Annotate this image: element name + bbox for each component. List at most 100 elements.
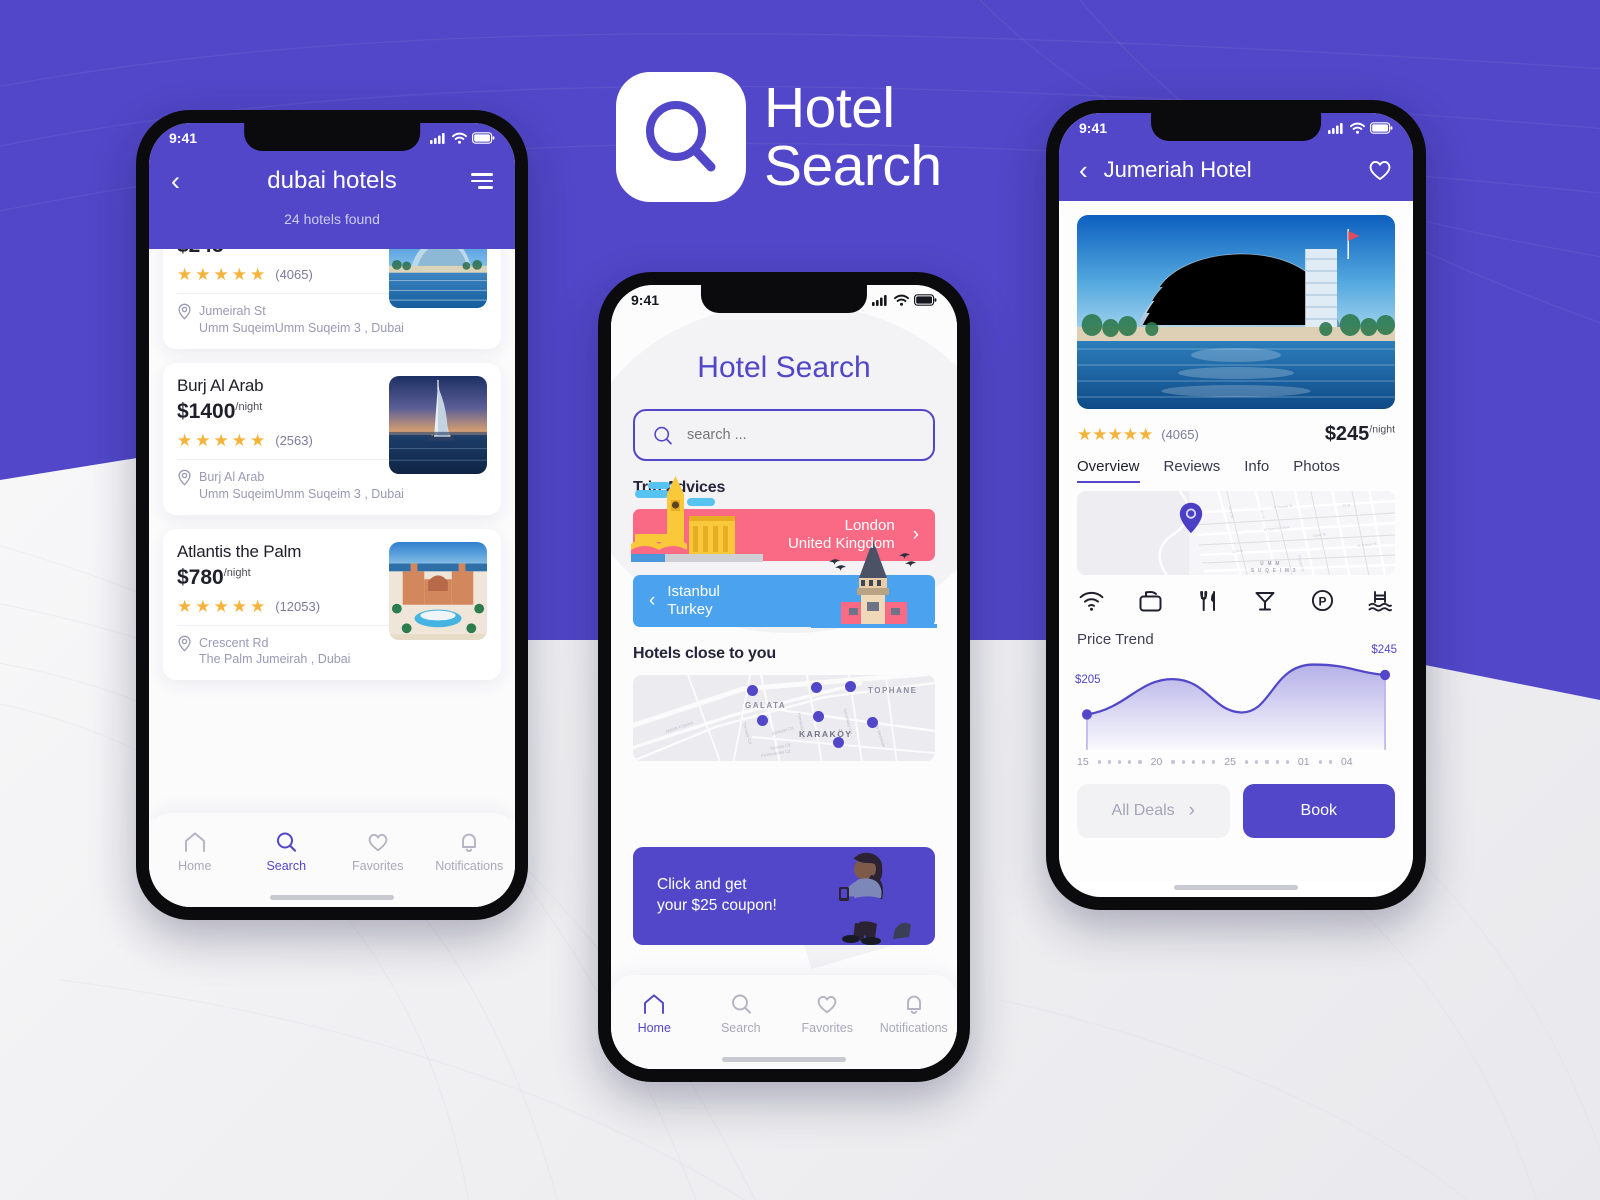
logo-mark	[616, 72, 746, 202]
chevron-right-icon[interactable]: ›	[913, 524, 935, 546]
map-hotel-marker[interactable]	[867, 717, 878, 728]
coupon-banner[interactable]: Click and get your $25 coupon!	[633, 847, 935, 945]
tab-label: Notifications	[435, 859, 504, 873]
tab-favorites[interactable]: Favorites	[784, 993, 871, 1035]
hamburger-menu-icon[interactable]	[463, 173, 493, 189]
hotel-card[interactable]: Burj Al Arab $1400/night ★ ★ ★ ★ ★ (2563…	[163, 362, 501, 515]
tab-label: Home	[178, 859, 212, 873]
signal-icon	[1328, 123, 1343, 134]
wifi-icon	[452, 132, 467, 144]
hotel-thumbnail	[389, 375, 487, 474]
screen-home: 9:41 Hotel Search search ... Trip Advice…	[611, 285, 957, 1069]
coupon-line-2: your $25 coupon!	[657, 897, 777, 914]
map-pin-icon[interactable]	[1179, 502, 1203, 534]
hotel-list: Jumeirah Hotel $245/night ★ ★ ★ ★ ★ (406…	[149, 249, 515, 819]
search-bar[interactable]	[633, 409, 935, 461]
address-line-1: Jumeirah St	[199, 304, 266, 318]
chevron-left-icon[interactable]: ‹	[633, 590, 655, 612]
map-hotel-marker[interactable]	[813, 711, 824, 722]
status-time: 9:41	[631, 292, 660, 308]
review-count: (12053)	[275, 598, 321, 614]
map-hotel-marker[interactable]	[747, 685, 758, 696]
hotel-card[interactable]: Jumeirah Hotel $245/night ★ ★ ★ ★ ★ (406…	[163, 249, 501, 349]
address-line-2: Umm SuqeimUmm Suqeim 3 , Dubai	[199, 486, 404, 501]
amenity-restaurant[interactable]	[1198, 590, 1220, 617]
home-indicator	[722, 1057, 846, 1062]
star-icon: ★	[231, 265, 247, 284]
map-hotel-marker[interactable]	[757, 715, 768, 726]
amenity-wifi[interactable]	[1079, 591, 1104, 616]
heart-outline-icon[interactable]	[1367, 158, 1393, 182]
trip-advice-card-london[interactable]: London United Kingdom ›	[631, 476, 935, 562]
tab-notifications[interactable]: Notifications	[871, 993, 958, 1035]
battery-icon	[914, 294, 937, 306]
tab-search[interactable]: Search	[241, 831, 333, 873]
tab-info[interactable]: Info	[1244, 458, 1269, 483]
tab-home[interactable]: Home	[149, 831, 241, 873]
advice-text: Istanbul Turkey	[655, 583, 720, 620]
axis-tick: 01	[1297, 756, 1310, 768]
screen-search-results: 9:41 ‹ dubai hotels 24 hotels found ★ ★ …	[149, 123, 515, 907]
tab-overview[interactable]: Overview	[1077, 458, 1140, 483]
hotel-card[interactable]: Atlantis the Palm $780/night ★ ★ ★ ★ ★ (…	[163, 528, 501, 681]
bell-icon	[906, 995, 921, 1014]
tab-reviews[interactable]: Reviews	[1164, 458, 1221, 483]
book-button[interactable]: Book	[1242, 784, 1395, 838]
chevron-right-icon: ›	[1188, 800, 1195, 821]
amenity-bar[interactable]	[1254, 590, 1276, 617]
amenity-parking[interactable]: P	[1311, 589, 1334, 617]
review-count: (4065)	[1161, 427, 1199, 442]
star-icon: ★	[195, 430, 211, 450]
logo-wordmark: Hotel Search	[764, 79, 942, 195]
star-icon: ★	[1077, 425, 1093, 444]
tab-label: Favorites	[801, 1021, 853, 1035]
advice-country: United Kingdom	[787, 535, 895, 552]
tab-notifications[interactable]: Notifications	[424, 831, 516, 873]
detail-actions: All Deals › Book	[1077, 784, 1395, 838]
woman-with-coupon-illustration	[839, 852, 911, 945]
map-hotel-marker[interactable]	[845, 681, 856, 692]
jumeirah-hotel-large-photo	[1077, 215, 1395, 409]
star-icon: ★	[1122, 425, 1138, 444]
star-icon: ★	[177, 596, 193, 616]
back-button[interactable]: ‹	[171, 167, 201, 195]
amenities-row: P	[1077, 589, 1395, 617]
price-unit: /night	[223, 566, 251, 579]
star-icon: ★	[177, 265, 193, 284]
tab-home[interactable]: Home	[611, 993, 698, 1035]
battery-icon	[472, 132, 495, 144]
tab-label: Search	[266, 859, 307, 873]
status-icons	[872, 294, 937, 306]
home-icon	[184, 832, 205, 852]
price-trend-axis: 15 20 25 01 04	[1077, 756, 1395, 768]
search-input[interactable]	[687, 427, 915, 443]
television-icon	[1139, 590, 1162, 611]
results-count: 24 hotels found	[284, 211, 380, 227]
amenity-television[interactable]	[1138, 590, 1163, 617]
nearby-hotels-map[interactable]: Atatürk Köprüsü Tersane Cd. Bankalar Cd.…	[633, 675, 935, 761]
hotel-hero-image	[1077, 215, 1395, 409]
hotels-near-heading: Hotels close to you	[633, 645, 776, 662]
all-deals-button[interactable]: All Deals ›	[1077, 784, 1230, 838]
detail-tabs: Overview Reviews Info Photos	[1077, 458, 1395, 483]
back-button[interactable]: ‹	[1079, 157, 1088, 183]
tab-favorites[interactable]: Favorites	[332, 831, 424, 873]
restaurant-icon	[1199, 590, 1215, 611]
tab-search[interactable]: Search	[698, 993, 785, 1035]
phone-notch	[1151, 113, 1321, 141]
signal-icon	[872, 295, 887, 306]
tab-photos[interactable]: Photos	[1293, 458, 1340, 483]
price-trend-chart: $205 $245	[1075, 644, 1397, 754]
chart-label-end: $245	[1371, 644, 1397, 656]
star-icon: ★	[1092, 425, 1108, 444]
price-trend-svg	[1081, 663, 1391, 750]
address-line-2: The Palm Jumeirah , Dubai	[199, 652, 351, 667]
trip-advice-card-istanbul[interactable]: ‹ Istanbul Turkey	[633, 540, 937, 628]
hotel-location-map[interactable]: 13 a St 14 St Al Thanya St Al Jazeera St…	[1077, 491, 1395, 575]
heart-icon	[368, 834, 388, 852]
bar-cocktail-icon	[1255, 591, 1275, 610]
map-hotel-marker[interactable]	[811, 682, 822, 693]
map-hotel-marker[interactable]	[833, 737, 844, 748]
price-unit: /night	[1369, 423, 1395, 436]
amenity-pool[interactable]	[1368, 590, 1393, 617]
